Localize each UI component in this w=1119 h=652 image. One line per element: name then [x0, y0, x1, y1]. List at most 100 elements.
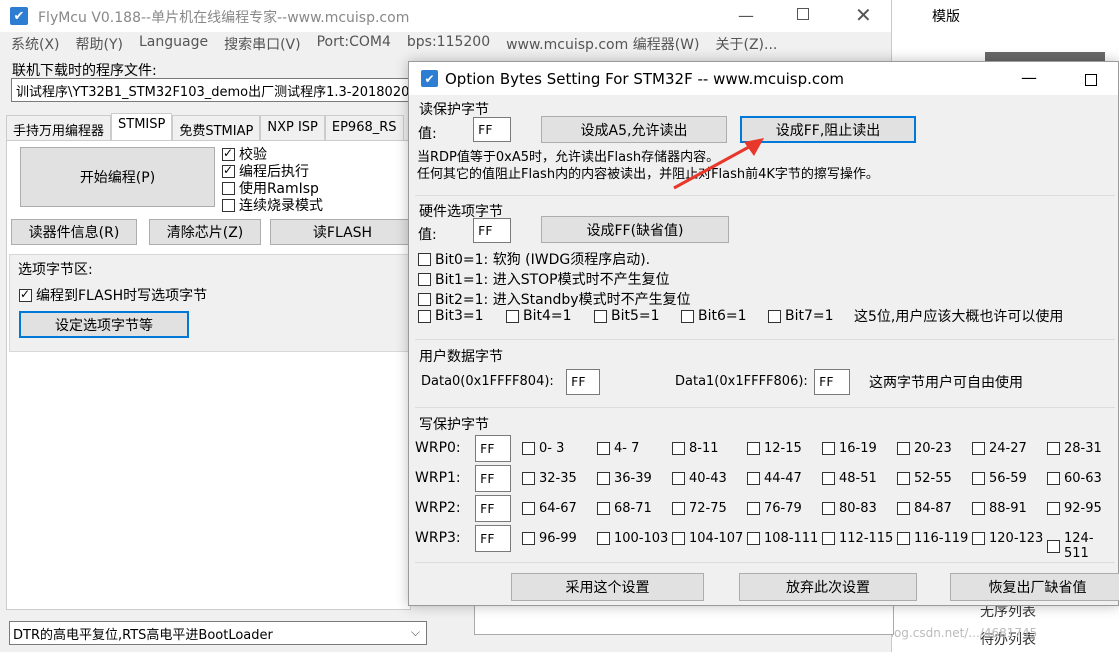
apply-settings-button[interactable]: 采用这个设置 — [511, 573, 704, 601]
bit4-option[interactable]: Bit4=1 — [506, 308, 572, 324]
bit1-option[interactable]: Bit1=1: 进入STOP模式时不产生复位 — [418, 269, 670, 289]
wrp-sector-checkbox[interactable] — [822, 532, 835, 545]
wrp-sector-checkbox[interactable] — [597, 502, 610, 515]
wrp-sector-option[interactable]: 100-103 — [597, 531, 668, 546]
wrp-sector-checkbox[interactable] — [972, 472, 985, 485]
wrp-sector-checkbox[interactable] — [897, 472, 910, 485]
bit7-checkbox[interactable] — [768, 309, 781, 323]
wrp2-value-input[interactable]: FF — [475, 495, 511, 522]
wrp-sector-checkbox[interactable] — [1047, 502, 1060, 515]
wrp-sector-option[interactable]: 40-43 — [672, 471, 727, 486]
wrp-sector-checkbox[interactable] — [822, 472, 835, 485]
tab-ep968[interactable]: EP968_RS — [324, 115, 404, 141]
wrp-sector-option[interactable]: 72-75 — [672, 501, 727, 516]
wrp-sector-checkbox[interactable] — [897, 532, 910, 545]
bit3-checkbox[interactable] — [418, 309, 431, 323]
wrp-sector-option[interactable]: 48-51 — [822, 471, 877, 486]
wrp-sector-checkbox[interactable] — [597, 532, 610, 545]
wrp-sector-checkbox[interactable] — [897, 442, 910, 455]
wrp-sector-checkbox[interactable] — [672, 472, 685, 485]
bit5-option[interactable]: Bit5=1 — [594, 308, 660, 324]
discard-settings-button[interactable]: 放弃此次设置 — [739, 573, 917, 601]
wrp-sector-option[interactable]: 92-95 — [1047, 501, 1102, 516]
write-option-on-prog[interactable]: 编程到FLASH时写选项字节 — [19, 285, 207, 305]
erase-chip-button[interactable]: 清除芯片(Z) — [149, 219, 261, 245]
bit2-checkbox[interactable] — [418, 292, 431, 306]
wrp-sector-option[interactable]: 108-111 — [747, 531, 818, 546]
tab-stmiap[interactable]: 免费STMIAP — [172, 115, 261, 141]
read-flash-button[interactable]: 读FLASH — [270, 219, 415, 245]
wrp-sector-option[interactable]: 56-59 — [972, 471, 1027, 486]
wrp0-value-input[interactable]: FF — [475, 435, 511, 462]
wrp-sector-option[interactable]: 16-19 — [822, 441, 877, 456]
bit5-checkbox[interactable] — [594, 309, 607, 323]
set-option-bytes-button[interactable]: 设定选项字节等 — [19, 311, 189, 338]
wrp-sector-option[interactable]: 124-511 — [1047, 531, 1118, 561]
wrp-sector-option[interactable]: 4- 7 — [597, 441, 639, 456]
menu-system[interactable]: 系统(X) — [11, 34, 60, 58]
wrp-sector-checkbox[interactable] — [672, 502, 685, 515]
wrp1-value-input[interactable]: FF — [475, 465, 511, 492]
wrp-sector-checkbox[interactable] — [972, 532, 985, 545]
wrp-sector-option[interactable]: 28-31 — [1047, 441, 1102, 456]
wrp-sector-checkbox[interactable] — [747, 472, 760, 485]
bit6-checkbox[interactable] — [681, 309, 694, 323]
read-protect-value-input[interactable]: FF — [473, 117, 511, 142]
wrp-sector-option[interactable]: 20-23 — [897, 441, 952, 456]
wrp-sector-option[interactable]: 76-79 — [747, 501, 802, 516]
dialog-maximize-icon[interactable] — [1085, 74, 1097, 86]
wrp3-value-input[interactable]: FF — [475, 525, 511, 552]
bit2-option[interactable]: Bit2=1: 进入Standby模式时不产生复位 — [418, 289, 691, 309]
wrp-sector-checkbox[interactable] — [747, 442, 760, 455]
verify-checkbox[interactable] — [222, 146, 235, 161]
tab-handheld[interactable]: 手持万用编程器 — [6, 115, 112, 141]
file-path-field[interactable]: 训试程序\YT32B1_STM32F103_demo出厂测试程序1.3-2018… — [11, 78, 411, 102]
wrp-sector-checkbox[interactable] — [1047, 539, 1060, 553]
wrp-sector-checkbox[interactable] — [1047, 442, 1060, 455]
wrp-sector-checkbox[interactable] — [522, 502, 535, 515]
set-ff-default-button[interactable]: 设成FF(缺省值) — [541, 216, 729, 243]
bit3-option[interactable]: Bit3=1 — [418, 308, 484, 324]
tab-stmisp[interactable]: STMISP — [111, 113, 173, 141]
wrp-sector-option[interactable]: 36-39 — [597, 471, 652, 486]
wrp-sector-option[interactable]: 116-119 — [897, 531, 968, 546]
bit4-checkbox[interactable] — [506, 309, 519, 323]
wrp-sector-checkbox[interactable] — [972, 502, 985, 515]
menu-help[interactable]: 帮助(Y) — [76, 34, 123, 58]
wrp-sector-checkbox[interactable] — [597, 442, 610, 455]
menu-about[interactable]: 关于(Z)... — [715, 34, 777, 58]
wrp-sector-checkbox[interactable] — [897, 502, 910, 515]
chevron-down-icon[interactable]: ⌵ — [411, 625, 420, 640]
wrp-sector-option[interactable]: 12-15 — [747, 441, 802, 456]
wrp-sector-checkbox[interactable] — [747, 502, 760, 515]
wrp-sector-checkbox[interactable] — [972, 442, 985, 455]
wrp-sector-checkbox[interactable] — [522, 472, 535, 485]
wrp-sector-checkbox[interactable] — [1047, 472, 1060, 485]
wrp-sector-option[interactable]: 44-47 — [747, 471, 802, 486]
continuous-checkbox[interactable] — [222, 198, 235, 212]
wrp-sector-option[interactable]: 88-91 — [972, 501, 1027, 516]
wrp-sector-checkbox[interactable] — [522, 532, 535, 545]
hw-option-value-input[interactable]: FF — [473, 218, 511, 243]
wrp-sector-checkbox[interactable] — [822, 502, 835, 515]
bit6-option[interactable]: Bit6=1 — [681, 308, 747, 324]
menu-bps[interactable]: bps:115200 — [407, 34, 490, 58]
wrp-sector-option[interactable]: 24-27 — [972, 441, 1027, 456]
menu-port[interactable]: Port:COM4 — [317, 34, 391, 58]
ramisp-checkbox[interactable] — [222, 181, 235, 195]
wrp-sector-option[interactable]: 8-11 — [672, 441, 719, 456]
wrp-sector-checkbox[interactable] — [597, 472, 610, 485]
bit1-checkbox[interactable] — [418, 272, 431, 286]
read-info-button[interactable]: 读器件信息(R) — [11, 219, 137, 245]
wrp-sector-option[interactable]: 32-35 — [522, 471, 577, 486]
wrp-sector-checkbox[interactable] — [747, 532, 760, 545]
continuous-option[interactable]: 连续烧录模式 — [222, 195, 323, 215]
wrp-sector-checkbox[interactable] — [822, 442, 835, 455]
bit0-checkbox[interactable] — [418, 252, 431, 266]
wrp-sector-option[interactable]: 104-107 — [672, 531, 743, 546]
run-after-checkbox[interactable] — [222, 163, 235, 178]
restore-defaults-button[interactable]: 恢复出厂缺省值 — [950, 573, 1119, 601]
wrp-sector-option[interactable]: 68-71 — [597, 501, 652, 516]
wrp-sector-option[interactable]: 0- 3 — [522, 441, 564, 456]
wrp-sector-checkbox[interactable] — [672, 532, 685, 545]
